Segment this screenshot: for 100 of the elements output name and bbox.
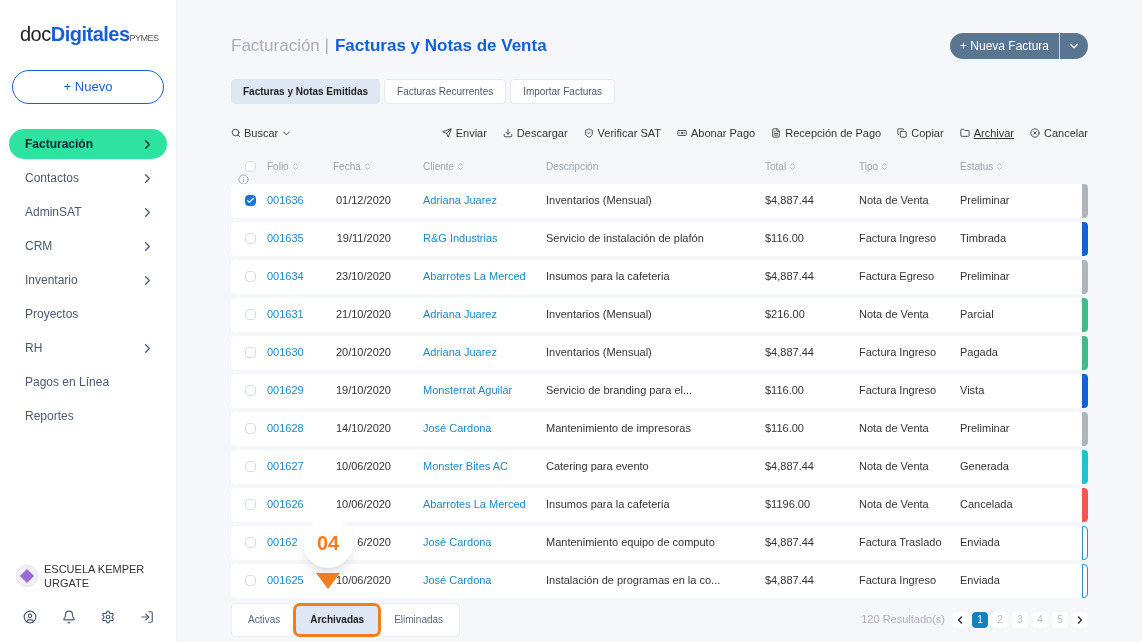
filter-tab[interactable]: Activas: [234, 605, 295, 634]
table-cell-text: Inventarios (Mensual): [546, 193, 653, 209]
sidebar-item[interactable]: Contactos: [9, 163, 167, 193]
folio-link[interactable]: 001635: [267, 230, 304, 247]
shield-icon[interactable]: [583, 128, 594, 139]
bell-icon[interactable]: [61, 610, 76, 624]
sort-icon[interactable]: [362, 161, 372, 171]
row-checkbox[interactable]: [245, 461, 256, 472]
table-cell-text: Vista: [960, 383, 986, 399]
folio-link[interactable]: 001631: [267, 306, 304, 323]
folio-link[interactable]: 001627: [267, 458, 304, 475]
toolbar-action[interactable]: Copiar: [911, 125, 944, 142]
toolbar-action[interactable]: Archivar: [973, 125, 1014, 142]
client-link[interactable]: José Cardona: [423, 572, 546, 589]
sidebar-item[interactable]: Pagos en Línea: [9, 367, 167, 397]
client-link[interactable]: Adriana Juarez: [423, 192, 546, 209]
toolbar-action[interactable]: Abonar Pago: [691, 125, 756, 142]
folio-link[interactable]: 001630: [267, 344, 304, 361]
folio-link[interactable]: 001626: [267, 496, 304, 513]
folio-link[interactable]: 001636: [267, 192, 304, 209]
sort-icon[interactable]: [880, 161, 890, 171]
filter-tab[interactable]: Eliminadas: [380, 605, 458, 634]
sort-icon[interactable]: [290, 161, 300, 171]
previous-page-icon[interactable]: [952, 611, 968, 628]
settings-icon[interactable]: [100, 610, 115, 624]
sidebar-item[interactable]: CRM: [9, 231, 167, 261]
folio-link[interactable]: 001629: [267, 382, 304, 399]
money-icon[interactable]: [677, 128, 687, 139]
table-row[interactable]: 001635 19/11/2020 R&G Industrias Servicio de instalación de plafón $116.00 Factura Ingreso Timbrada: [231, 221, 1088, 256]
client-link[interactable]: Abarrotes La Merced: [423, 268, 546, 285]
send-icon[interactable]: [441, 128, 452, 139]
table-row[interactable]: 001625 10/06/2020 José Cardona Instalación de programas en la co... $4,887.44 Factura Ingreso Enviada: [231, 563, 1088, 598]
table-cell-text: $4,887.44: [765, 535, 815, 551]
table-row[interactable]: 001630 20/10/2020 Adriana Juarez Inventarios (Mensual) $4,887.44 Factura Ingreso Pagada: [231, 335, 1088, 370]
sidebar-item[interactable]: AdminSAT: [9, 197, 167, 227]
sidebar-item[interactable]: Reportes: [9, 401, 167, 431]
row-checkbox[interactable]: [245, 385, 256, 396]
client-link[interactable]: José Cardona: [423, 420, 546, 437]
copy-icon[interactable]: [897, 128, 908, 139]
table-cell-text: Preliminar: [960, 193, 1011, 209]
table-cell-text: 23/10/2020: [335, 269, 391, 285]
logout-icon[interactable]: [139, 610, 154, 624]
client-link[interactable]: Monster Bites AC: [423, 458, 546, 475]
row-checkbox[interactable]: [245, 423, 256, 434]
table-cell-text: Nota de Venta: [859, 497, 930, 513]
table-cell-text: Nota de Venta: [859, 307, 930, 323]
sort-icon[interactable]: [456, 161, 466, 171]
table-row[interactable]: 001634 23/10/2020 Abarrotes La Merced Insumos para la cafeteria $4,887.44 Factura Egreso Preliminar: [231, 259, 1088, 294]
user-icon[interactable]: [22, 610, 37, 624]
cancel-icon[interactable]: [1029, 128, 1040, 139]
folder-icon[interactable]: [959, 128, 970, 139]
doc-icon[interactable]: [771, 128, 782, 139]
filter-tab[interactable]: Archivadas: [296, 605, 379, 634]
toolbar-action[interactable]: Recepción de Pago: [785, 125, 882, 142]
row-checkbox[interactable]: [245, 575, 256, 586]
tab[interactable]: Importar Facturas: [510, 79, 616, 104]
row-checkbox[interactable]: [245, 347, 256, 358]
next-page-icon[interactable]: [1072, 611, 1088, 628]
client-link[interactable]: José Cardona: [423, 534, 546, 551]
tab[interactable]: Facturas y Notas Emitidas: [231, 79, 381, 104]
client-link[interactable]: Monsterrat Aguilar: [423, 382, 546, 399]
table-row[interactable]: 001631 21/10/2020 Adriana Juarez Inventarios (Mensual) $216.00 Nota de Venta Parcial: [231, 297, 1088, 332]
download-icon[interactable]: [502, 128, 513, 139]
toolbar-action[interactable]: Descargar: [516, 125, 568, 142]
table-row[interactable]: 001628 14/10/2020 José Cardona Mantenimiento de impresoras $116.00 Nota de Venta Preliminar: [231, 411, 1088, 446]
tab[interactable]: Facturas Recurrentes: [384, 79, 507, 104]
folio-link[interactable]: 00162: [267, 534, 298, 551]
table-row[interactable]: 001629 19/10/2020 Monsterrat Aguilar Servicio de branding para el... $116.00 Factura Ingreso Vista: [231, 373, 1088, 408]
client-link[interactable]: R&G Industrias: [423, 230, 546, 247]
search-button[interactable]: Buscar: [244, 125, 279, 142]
row-checkbox[interactable]: [245, 309, 256, 320]
table-row[interactable]: 001627 10/06/2020 Monster Bites AC Catering para evento $4,887.44 Nota de Venta Generada: [231, 449, 1088, 484]
folio-link[interactable]: 001625: [267, 572, 304, 589]
row-checkbox[interactable]: [245, 195, 256, 206]
search-icon[interactable]: [231, 128, 241, 139]
sidebar-item[interactable]: RH: [9, 333, 167, 363]
select-all-checkbox[interactable]: [245, 160, 256, 172]
table-row[interactable]: 001626 10/06/2020 Abarrotes La Merced Insumos para la cafeteria $1196.00 Nota de Venta Cancelada: [231, 487, 1088, 522]
table-row[interactable]: 001636 01/12/2020 Adriana Juarez Inventarios (Mensual) $4,887.44 Nota de Venta Preliminar: [231, 183, 1088, 218]
table-cell-text: Mantenimiento equipo de computo: [546, 535, 716, 551]
toolbar-action[interactable]: Enviar: [455, 125, 487, 142]
sort-icon[interactable]: [788, 161, 798, 171]
toolbar-action[interactable]: Cancelar: [1043, 125, 1088, 142]
client-link[interactable]: Adriana Juarez: [423, 306, 546, 323]
row-checkbox[interactable]: [245, 271, 256, 282]
sidebar-item[interactable]: Inventario: [9, 265, 167, 295]
folio-link[interactable]: 001634: [267, 268, 304, 285]
sidebar-item[interactable]: Proyectos: [9, 299, 167, 329]
row-checkbox[interactable]: [245, 233, 256, 244]
row-checkbox[interactable]: [245, 537, 256, 548]
sidebar-item[interactable]: Facturación: [9, 129, 167, 159]
page-button[interactable]: 1: [972, 611, 988, 628]
client-link[interactable]: Adriana Juarez: [423, 344, 546, 361]
row-checkbox[interactable]: [245, 499, 256, 510]
toolbar-action[interactable]: Verificar SAT: [597, 125, 661, 142]
sort-icon[interactable]: [995, 161, 1005, 171]
client-link[interactable]: Abarrotes La Merced: [423, 496, 546, 513]
folio-link[interactable]: 001628: [267, 420, 304, 437]
table-cell-text: Inventarios (Mensual): [546, 345, 653, 361]
table-cell-text: $4,887.44: [765, 459, 815, 475]
